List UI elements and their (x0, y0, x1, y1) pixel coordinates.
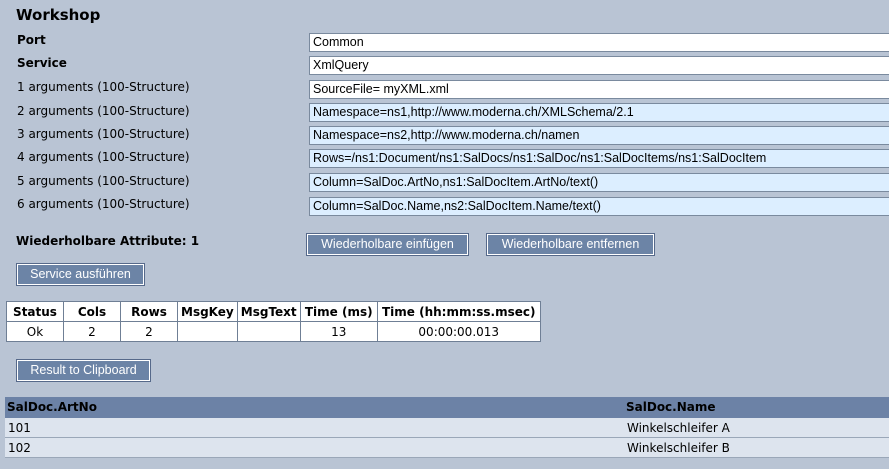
argument-input-2[interactable]: Namespace=ns1,http://www.moderna.ch/XMLS… (309, 103, 889, 122)
result-header-artno: SalDoc.ArtNo (7, 400, 97, 414)
msgkey-value (177, 321, 238, 342)
argument-input-5[interactable]: Column=SalDoc.ArtNo,ns1:SalDocItem.ArtNo… (309, 173, 889, 192)
status-table-row: Ok 2 2 13 00:00:00.013 (6, 321, 541, 342)
service-label: Service (17, 56, 67, 70)
status-value: Ok (6, 321, 64, 342)
msgkey-header: MsgKey (177, 301, 238, 322)
argument-label-1: 1 arguments (100-Structure) (17, 80, 190, 94)
port-label: Port (17, 33, 46, 47)
time-formatted-header: Time (hh:mm:ss.msec) (376, 301, 541, 322)
rows-value: 2 (120, 321, 178, 342)
result-row: 102 Winkelschleifer B (5, 438, 889, 458)
argument-input-3[interactable]: Namespace=ns2,http://www.moderna.ch/name… (309, 126, 889, 145)
argument-label-4: 4 arguments (100-Structure) (17, 150, 190, 164)
repeatable-attributes-label: Wiederholbare Attribute: 1 (16, 234, 200, 248)
status-table: Status Cols Rows MsgKey MsgText Time (ms… (6, 301, 541, 342)
result-row: 101 Winkelschleifer A (5, 418, 889, 438)
argument-label-2: 2 arguments (100-Structure) (17, 104, 190, 118)
msgtext-value (236, 321, 301, 342)
argument-input-6[interactable]: Column=SalDoc.Name,ns2:SalDocItem.Name/t… (309, 197, 889, 216)
result-cell-artno: 102 (8, 441, 31, 455)
argument-label-3: 3 arguments (100-Structure) (17, 127, 190, 141)
status-table-header-row: Status Cols Rows MsgKey MsgText Time (ms… (6, 301, 541, 322)
execute-service-button[interactable]: Service ausführen (16, 263, 145, 286)
msgtext-header: MsgText (236, 301, 301, 322)
result-cell-name: Winkelschleifer A (627, 421, 730, 435)
status-header: Status (6, 301, 64, 322)
argument-label-6: 6 arguments (100-Structure) (17, 197, 190, 211)
result-header-row: SalDoc.ArtNo SalDoc.Name (5, 397, 889, 418)
time-ms-header: Time (ms) (299, 301, 378, 322)
time-ms-value: 13 (299, 321, 378, 342)
result-to-clipboard-button[interactable]: Result to Clipboard (16, 359, 151, 382)
argument-input-4[interactable]: Rows=/ns1:Document/ns1:SalDocs/ns1:SalDo… (309, 149, 889, 168)
argument-label-5: 5 arguments (100-Structure) (17, 174, 190, 188)
remove-repeatable-button[interactable]: Wiederholbare entfernen (486, 233, 655, 256)
result-header-name: SalDoc.Name (626, 400, 716, 414)
page-title: Workshop (16, 6, 101, 24)
insert-repeatable-button[interactable]: Wiederholbare einfügen (306, 233, 469, 256)
argument-input-1[interactable]: SourceFile= myXML.xml (309, 80, 889, 99)
result-cell-artno: 101 (8, 421, 31, 435)
service-input[interactable]: XmlQuery (309, 56, 889, 75)
rows-header: Rows (120, 301, 178, 322)
cols-value: 2 (63, 321, 121, 342)
result-cell-name: Winkelschleifer B (627, 441, 730, 455)
cols-header: Cols (63, 301, 121, 322)
time-formatted-value: 00:00:00.013 (376, 321, 541, 342)
port-input[interactable]: Common (309, 33, 889, 52)
